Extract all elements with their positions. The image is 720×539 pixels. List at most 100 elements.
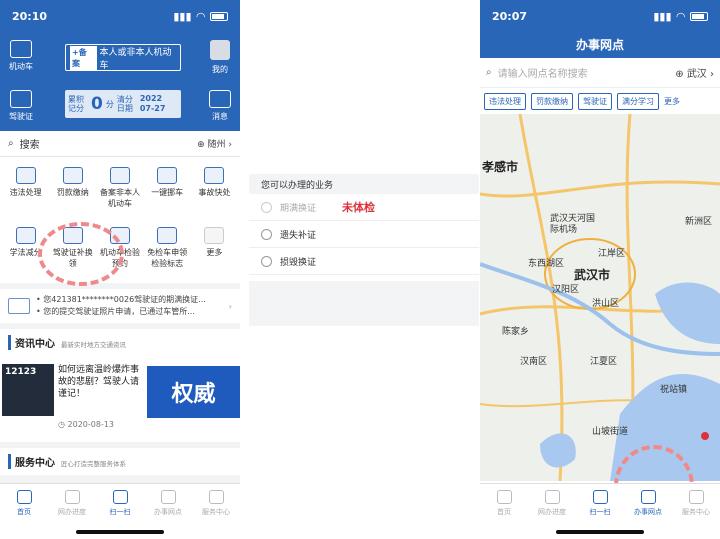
battery-icon bbox=[210, 11, 228, 21]
option-lost-reissue[interactable]: 遗失补证 bbox=[249, 221, 479, 248]
handshake-icon bbox=[688, 490, 704, 504]
more-link[interactable]: 更多 bbox=[664, 96, 680, 107]
avatar[interactable] bbox=[210, 40, 230, 60]
business-section-title: 您可以办理的业务 bbox=[249, 174, 479, 194]
wifi-icon: ◠ bbox=[676, 9, 685, 23]
vehicle-icon bbox=[10, 40, 32, 58]
location-label: 随州 bbox=[207, 140, 226, 150]
search-bar[interactable]: ⌕ 搜索 ⊕ 随州 › bbox=[0, 131, 240, 157]
envelope-icon bbox=[209, 90, 231, 108]
notice-banner[interactable]: • 您421381********0026驾驶证的期满换证... • 您的提交驾… bbox=[0, 289, 240, 323]
news-subtitle: 最新实时地方交通资讯 bbox=[61, 341, 126, 349]
service-center-title: 服务中心 bbox=[8, 454, 55, 469]
map-label: 江夏区 bbox=[590, 357, 618, 367]
service-item[interactable]: 更多 bbox=[191, 223, 238, 281]
option-label: 遗失补证 bbox=[280, 230, 317, 241]
accident-icon bbox=[204, 167, 225, 184]
chip-study[interactable]: 满分学习 bbox=[617, 92, 659, 110]
news-headline: 如何远离温岭爆炸事故的悲剧？驾驶人请谨记！ bbox=[58, 365, 140, 399]
tab-label: 扫一扫 bbox=[589, 508, 611, 516]
service-label: 一键挪车 bbox=[151, 188, 184, 197]
home-icon bbox=[496, 490, 512, 504]
annotation-text: 未体检 bbox=[342, 201, 376, 214]
license-button[interactable]: 驾驶证 bbox=[4, 90, 38, 122]
service-item[interactable]: 备案非本人机动车 bbox=[96, 163, 143, 221]
service-item[interactable]: 免检车申领检验标志 bbox=[144, 223, 191, 281]
service-label: 备案非本人机动车 bbox=[99, 188, 140, 208]
notice-line: • 您421381********0026驾驶证的期满换证... bbox=[36, 295, 206, 304]
map-label: 山坡街道 bbox=[592, 427, 629, 437]
news-card[interactable]: 12123 如何远离温岭爆炸事故的悲剧？驾驶人请谨记！ ◷ 2020-08-13… bbox=[0, 356, 240, 442]
map-label: 汉阳区 bbox=[552, 285, 580, 295]
service-item[interactable]: 一键挪车 bbox=[144, 163, 191, 221]
scan-icon bbox=[112, 490, 128, 504]
city-selector[interactable]: ⊕ 武汉 › bbox=[675, 65, 714, 80]
news-header[interactable]: 资讯中心 最新实时地方交通资讯 bbox=[0, 329, 240, 356]
license-label: 驾驶证 bbox=[9, 112, 33, 121]
map-label: 陈家乡 bbox=[502, 327, 530, 337]
register-icon bbox=[109, 167, 130, 184]
tab-label: 扫一扫 bbox=[109, 508, 131, 516]
person-pin-icon bbox=[160, 490, 176, 504]
map-view[interactable]: 孝感市 武汉天河国际机场 东西湖区 江岸区 武汉市 汉阳区 洪山区 陈家乡 汉南… bbox=[480, 114, 720, 481]
clear-year: 2022 bbox=[139, 94, 163, 103]
register-vehicle-card[interactable]: +备案 本人或非本人机动车 bbox=[65, 44, 181, 71]
news-title: 资讯中心 bbox=[8, 335, 55, 350]
filter-chips: 违法处理 罚款缴纳 驾驶证 满分学习 更多 bbox=[480, 88, 720, 114]
tab-home[interactable]: 首页 bbox=[484, 490, 524, 539]
service-label: 免检车申领检验标志 bbox=[147, 248, 188, 268]
exempt-icon bbox=[157, 227, 178, 244]
service-item[interactable]: 罚款缴纳 bbox=[49, 163, 96, 221]
status-bar: 20:10 ▮▮▮ ◠ bbox=[0, 0, 240, 32]
map-label: 洪山区 bbox=[592, 299, 620, 309]
location-selector[interactable]: ⊕ 随州 › bbox=[197, 137, 232, 150]
wifi-icon: ◠ bbox=[196, 9, 205, 23]
mail-icon bbox=[8, 298, 30, 314]
status-time: 20:10 bbox=[12, 9, 48, 23]
service-center-header[interactable]: 服务中心 匠心打造完整服务体系 bbox=[0, 448, 240, 475]
tab-service[interactable]: 服务中心 bbox=[676, 490, 716, 539]
tab-home[interactable]: 首页 bbox=[4, 490, 44, 539]
notice-text: 您421381********0026驾驶证的期满换证... bbox=[43, 295, 206, 304]
tab-label: 服务中心 bbox=[202, 508, 230, 516]
chip-license[interactable]: 驾驶证 bbox=[578, 92, 612, 110]
tab-label: 首页 bbox=[497, 508, 511, 516]
score-card[interactable]: 累积记分 0 分 清分日期 2022 07-27 bbox=[65, 90, 181, 118]
score-label: 累积记分 bbox=[68, 95, 84, 113]
search-placeholder: 请输入网点名称搜索 bbox=[497, 69, 588, 80]
radio-icon bbox=[261, 228, 272, 240]
tab-label: 办事网点 bbox=[634, 508, 662, 516]
message-label: 消息 bbox=[212, 112, 228, 121]
search-label: 搜索 bbox=[19, 140, 40, 151]
service-label: 罚款缴纳 bbox=[56, 188, 89, 197]
register-text: 本人或非本人机动车 bbox=[99, 47, 172, 71]
move-car-icon bbox=[157, 167, 178, 184]
message-button[interactable]: 消息 bbox=[203, 90, 237, 122]
clear-date-label: 清分日期 bbox=[116, 95, 133, 113]
person-pin-icon bbox=[640, 490, 656, 504]
chip-violation[interactable]: 违法处理 bbox=[484, 92, 526, 110]
battery-icon bbox=[690, 11, 708, 21]
chip-fine[interactable]: 罚款缴纳 bbox=[531, 92, 573, 110]
home-indicator bbox=[556, 530, 644, 534]
outlet-search[interactable]: ⌕ 请输入网点名称搜索 ⊕ 武汉 › bbox=[480, 58, 720, 88]
chevron-right-icon: › bbox=[228, 301, 232, 311]
option-label: 期满换证 bbox=[280, 203, 317, 214]
option-damage-replace[interactable]: 损毁换证 bbox=[249, 248, 479, 275]
tab-service[interactable]: 服务中心 bbox=[196, 490, 236, 539]
news-thumbnail: 12123 bbox=[2, 364, 54, 416]
service-item[interactable]: 违法处理 bbox=[2, 163, 49, 221]
left-screen: 20:10 ▮▮▮ ◠ 机动车 驾驶证 +备案 本人或非本人机动车 累积记分 0 … bbox=[0, 0, 240, 539]
page-title: 办事网点 bbox=[575, 38, 624, 52]
vehicle-button[interactable]: 机动车 bbox=[4, 40, 38, 72]
clear-date: 07-27 bbox=[139, 104, 166, 113]
study-icon bbox=[15, 227, 36, 244]
score-value: 0 bbox=[91, 94, 103, 114]
mine-label[interactable]: 我的 bbox=[203, 64, 237, 75]
service-item[interactable]: 事故快处 bbox=[191, 163, 238, 221]
news-date-text: 2020-08-13 bbox=[67, 420, 115, 429]
notice-line: • 您的提交驾驶证照片申请，已通过车管所... bbox=[36, 307, 195, 316]
news-banner[interactable]: 权威 bbox=[147, 366, 240, 418]
option-expiry-renewal: 期满换证 未体检 bbox=[249, 194, 479, 221]
map-label: 汉南区 bbox=[520, 357, 548, 367]
